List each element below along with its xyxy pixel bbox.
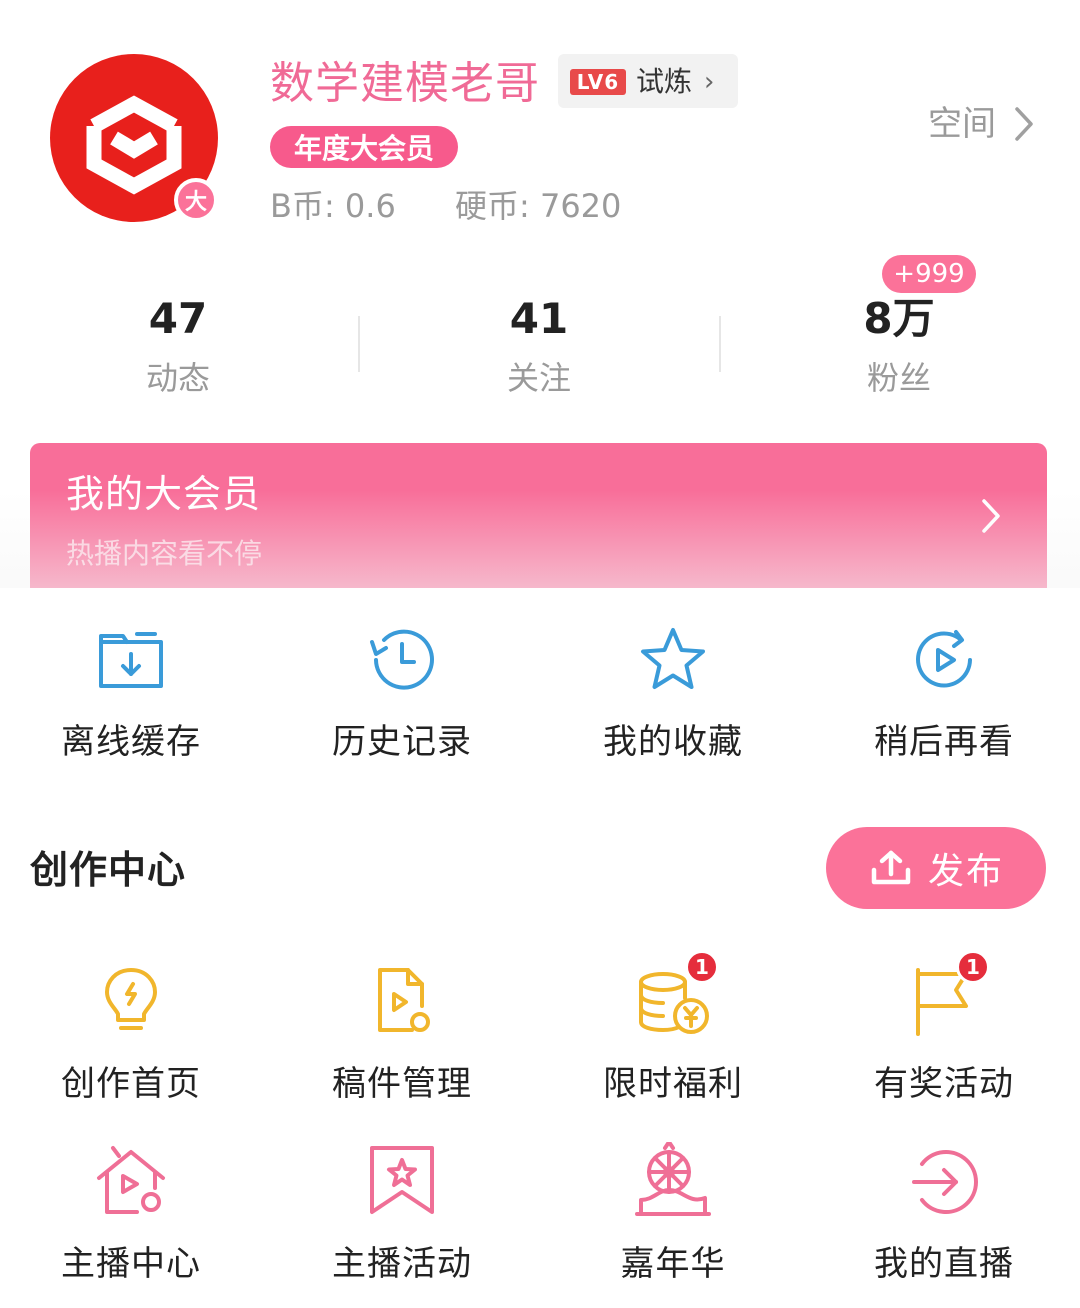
level-trial-label: 试炼 bbox=[636, 65, 693, 98]
history-item[interactable]: 历史记录 bbox=[267, 620, 537, 764]
chevron-right-icon bbox=[982, 499, 1000, 533]
level-badge: LV6 bbox=[570, 69, 626, 95]
watch-later-label: 稍后再看 bbox=[874, 722, 1014, 762]
streamer-activity-item[interactable]: 主播活动 bbox=[267, 1142, 537, 1286]
history-label: 历史记录 bbox=[332, 722, 472, 762]
reward-activity-label: 有奖活动 bbox=[874, 1064, 1014, 1104]
fans-label[interactable]: 粉丝 bbox=[799, 358, 999, 398]
following-count[interactable]: 41 bbox=[439, 294, 639, 344]
favorites-item[interactable]: 我的收藏 bbox=[538, 620, 808, 764]
coin-stack-icon: 1 bbox=[633, 950, 719, 1042]
new-fans-badge: +999 bbox=[882, 255, 976, 293]
history-icon bbox=[362, 620, 442, 700]
chevron-right-icon[interactable] bbox=[1012, 104, 1036, 144]
streamer-center-label: 主播中心 bbox=[61, 1244, 201, 1284]
fans-count[interactable]: 8万 bbox=[799, 294, 999, 344]
chevron-right-icon: › bbox=[704, 67, 715, 97]
carnival-item[interactable]: 嘉年华 bbox=[538, 1140, 808, 1286]
vip-banner-title: 我的大会员 bbox=[66, 472, 262, 516]
notification-badge: 1 bbox=[956, 950, 990, 984]
manuscript-manage-icon bbox=[362, 962, 442, 1042]
streamer-activity-label: 主播活动 bbox=[332, 1244, 472, 1284]
hard-coin-balance[interactable]: 硬币: 7620 bbox=[455, 186, 621, 226]
my-live-icon bbox=[904, 1142, 984, 1222]
carnival-label: 嘉年华 bbox=[620, 1244, 726, 1284]
offline-cache-item[interactable]: 离线缓存 bbox=[0, 620, 266, 764]
upload-icon bbox=[871, 850, 911, 885]
limited-benefits-item[interactable]: 1 限时福利 bbox=[538, 950, 808, 1106]
carnival-icon bbox=[633, 1140, 713, 1222]
annual-vip-pill[interactable]: 年度大会员 bbox=[270, 126, 458, 168]
favorites-star-icon bbox=[633, 620, 713, 700]
watch-later-icon bbox=[904, 620, 984, 700]
my-live-label: 我的直播 bbox=[874, 1244, 1014, 1284]
vip-avatar-badge: 大 bbox=[174, 178, 218, 222]
publish-button[interactable]: 发布 bbox=[826, 827, 1046, 909]
my-live-item[interactable]: 我的直播 bbox=[809, 1142, 1079, 1286]
creation-center-title: 创作中心 bbox=[30, 848, 187, 892]
following-label[interactable]: 关注 bbox=[439, 358, 639, 398]
watch-later-item[interactable]: 稍后再看 bbox=[809, 620, 1079, 764]
favorites-label: 我的收藏 bbox=[603, 722, 743, 762]
reward-flag-icon: 1 bbox=[904, 950, 990, 1042]
creation-home-label: 创作首页 bbox=[61, 1064, 201, 1104]
publish-label: 发布 bbox=[927, 851, 1004, 892]
streamer-activity-icon bbox=[362, 1142, 442, 1222]
offline-cache-label: 离线缓存 bbox=[61, 722, 201, 762]
streamer-center-item[interactable]: 主播中心 bbox=[0, 1142, 266, 1286]
b-coin-balance[interactable]: B币: 0.6 bbox=[270, 186, 396, 226]
reward-activity-item[interactable]: 1 有奖活动 bbox=[809, 950, 1079, 1106]
creation-home-bulb-icon bbox=[91, 962, 171, 1042]
manuscript-manage-item[interactable]: 稿件管理 bbox=[267, 962, 537, 1106]
username: 数学建模老哥 bbox=[270, 58, 540, 109]
stat-divider bbox=[719, 316, 721, 372]
creation-home-item[interactable]: 创作首页 bbox=[0, 962, 266, 1106]
notification-badge: 1 bbox=[685, 950, 719, 984]
vip-banner-subtitle: 热播内容看不停 bbox=[66, 537, 263, 570]
stat-divider bbox=[358, 316, 360, 372]
space-link[interactable]: 空间 bbox=[928, 102, 996, 146]
posts-label[interactable]: 动态 bbox=[78, 358, 278, 398]
offline-cache-icon bbox=[91, 620, 171, 700]
manuscript-manage-label: 稿件管理 bbox=[332, 1064, 472, 1104]
posts-count[interactable]: 47 bbox=[78, 294, 278, 344]
limited-benefits-label: 限时福利 bbox=[603, 1064, 743, 1104]
streamer-center-icon bbox=[91, 1142, 171, 1222]
